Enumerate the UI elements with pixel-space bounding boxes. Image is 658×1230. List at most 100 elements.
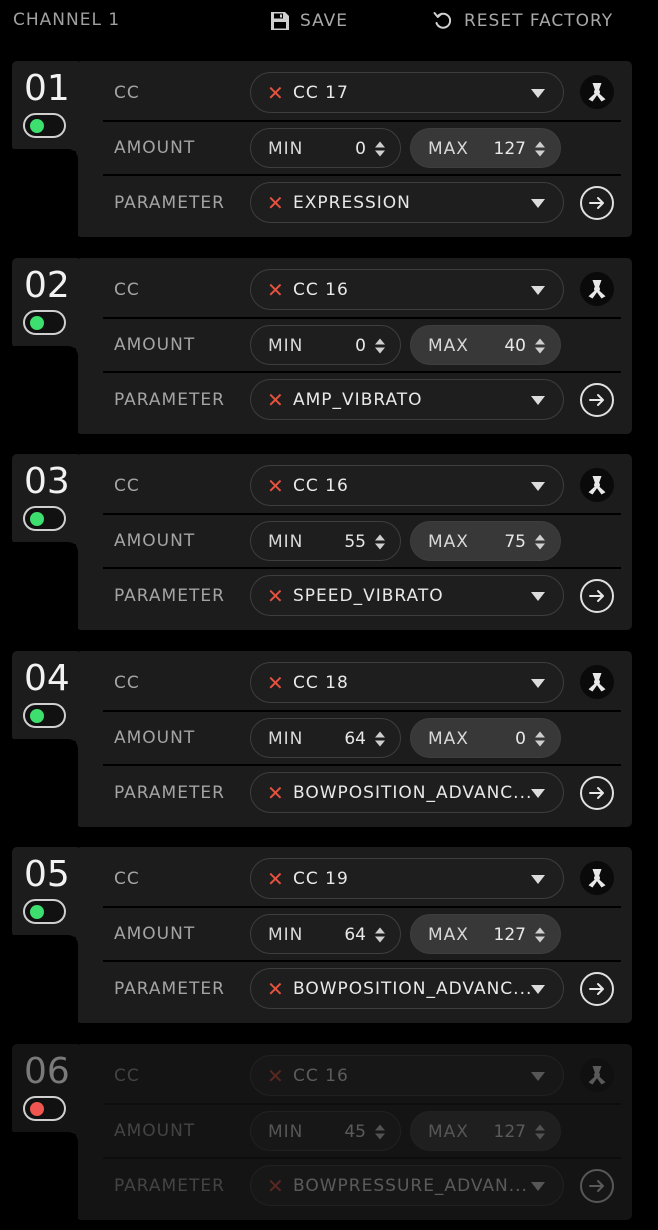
midi-learn-button[interactable] [580, 861, 614, 895]
amount-label: AMOUNT [114, 531, 196, 551]
stepper-arrows-icon[interactable] [534, 926, 546, 944]
midi-learn-button[interactable] [580, 468, 614, 502]
cc-select[interactable]: ✕ CC 18 [250, 662, 564, 703]
enable-toggle[interactable] [23, 506, 66, 531]
stepper-arrows-icon[interactable] [374, 140, 386, 158]
cc-select[interactable]: ✕ CC 19 [250, 858, 564, 899]
row-divider [103, 764, 621, 766]
row-divider [103, 371, 621, 373]
min-stepper[interactable]: MIN 55 [250, 521, 401, 561]
min-stepper[interactable]: MIN 0 [250, 325, 401, 365]
cc-select[interactable]: ✕ CC 16 [250, 269, 564, 310]
go-to-parameter-button[interactable] [580, 1169, 614, 1203]
remove-parameter-icon[interactable]: ✕ [267, 1175, 284, 1197]
parameter-select[interactable]: ✕ BOWPOSITION_ADVANC... [250, 772, 564, 813]
min-stepper[interactable]: MIN 64 [250, 718, 401, 758]
remove-parameter-icon[interactable]: ✕ [267, 192, 284, 214]
midi-learn-button[interactable] [580, 75, 614, 109]
cc-label: CC [114, 476, 140, 496]
cc-select[interactable]: ✕ CC 16 [250, 465, 564, 506]
parameter-value: BOWPRESSURE_ADVAN... [293, 1176, 528, 1196]
max-stepper[interactable]: MAX 127 [410, 128, 561, 168]
max-stepper[interactable]: MAX 127 [410, 1111, 561, 1151]
enable-toggle[interactable] [23, 310, 66, 335]
min-label: MIN [268, 1122, 304, 1142]
remove-parameter-icon[interactable]: ✕ [267, 389, 284, 411]
enable-toggle[interactable] [23, 703, 66, 728]
mapping-number: 03 [24, 461, 70, 502]
parameter-select[interactable]: ✕ BOWPRESSURE_ADVAN... [250, 1165, 564, 1206]
stepper-arrows-icon[interactable] [534, 337, 546, 355]
remove-parameter-icon[interactable]: ✕ [267, 978, 284, 1000]
enable-toggle[interactable] [23, 1096, 66, 1121]
go-to-parameter-button[interactable] [580, 186, 614, 220]
remove-cc-icon[interactable]: ✕ [267, 475, 284, 497]
max-stepper[interactable]: MAX 127 [410, 914, 561, 954]
min-stepper[interactable]: MIN 64 [250, 914, 401, 954]
remove-cc-icon[interactable]: ✕ [267, 279, 284, 301]
min-stepper[interactable]: MIN 0 [250, 128, 401, 168]
chevron-down-icon [531, 396, 545, 405]
cc-label: CC [114, 869, 140, 889]
max-label: MAX [428, 1122, 469, 1142]
stepper-arrows-icon[interactable] [374, 533, 386, 551]
parameter-select[interactable]: ✕ SPEED_VIBRATO [250, 575, 564, 616]
go-to-parameter-button[interactable] [580, 972, 614, 1006]
cc-value: CC 16 [293, 1066, 349, 1086]
cc-label: CC [114, 83, 140, 103]
stepper-arrows-icon[interactable] [374, 337, 386, 355]
stepper-arrows-icon[interactable] [534, 140, 546, 158]
remove-parameter-icon[interactable]: ✕ [267, 782, 284, 804]
parameter-select[interactable]: ✕ EXPRESSION [250, 182, 564, 223]
min-value: 45 [344, 1122, 366, 1142]
arrow-right-icon [589, 590, 604, 602]
midi-learn-button[interactable] [580, 272, 614, 306]
max-value: 127 [493, 139, 526, 159]
cc-label: CC [114, 673, 140, 693]
cc-select[interactable]: ✕ CC 16 [250, 1055, 564, 1096]
chevron-down-icon [531, 89, 545, 98]
card-tab-corner [78, 933, 90, 945]
cc-select[interactable]: ✕ CC 17 [250, 72, 564, 113]
parameter-select[interactable]: ✕ BOWPOSITION_ADVANC... [250, 968, 564, 1009]
chevron-down-icon [531, 789, 545, 798]
stepper-arrows-icon[interactable] [374, 926, 386, 944]
go-to-parameter-button[interactable] [580, 383, 614, 417]
midi-learn-button[interactable] [580, 665, 614, 699]
min-value: 0 [355, 139, 366, 159]
remove-cc-icon[interactable]: ✕ [267, 82, 284, 104]
max-stepper[interactable]: MAX 0 [410, 718, 561, 758]
min-stepper[interactable]: MIN 45 [250, 1111, 401, 1151]
remove-cc-icon[interactable]: ✕ [267, 1065, 284, 1087]
stepper-arrows-icon[interactable] [534, 533, 546, 551]
max-stepper[interactable]: MAX 40 [410, 325, 561, 365]
top-bar: CHANNEL 1 SAVE RESET FACTORY [0, 0, 658, 42]
max-value: 0 [515, 729, 526, 749]
amount-label: AMOUNT [114, 1121, 196, 1141]
stepper-arrows-icon[interactable] [534, 730, 546, 748]
max-label: MAX [428, 532, 469, 552]
stepper-arrows-icon[interactable] [374, 1123, 386, 1141]
toggle-knob [30, 709, 44, 723]
row-divider [103, 174, 621, 176]
stepper-arrows-icon[interactable] [374, 730, 386, 748]
midi-learn-button[interactable] [580, 1058, 614, 1092]
remove-parameter-icon[interactable]: ✕ [267, 585, 284, 607]
midi-learn-icon [588, 280, 606, 299]
stepper-arrows-icon[interactable] [534, 1123, 546, 1141]
chevron-down-icon [531, 679, 545, 688]
min-value: 64 [344, 925, 366, 945]
reset-factory-button[interactable]: RESET FACTORY [432, 9, 613, 33]
parameter-value: SPEED_VIBRATO [293, 586, 444, 606]
go-to-parameter-button[interactable] [580, 579, 614, 613]
parameter-label: PARAMETER [114, 390, 225, 410]
enable-toggle[interactable] [23, 113, 66, 138]
save-button[interactable]: SAVE [270, 9, 348, 33]
parameter-select[interactable]: ✕ AMP_VIBRATO [250, 379, 564, 420]
remove-cc-icon[interactable]: ✕ [267, 672, 284, 694]
max-stepper[interactable]: MAX 75 [410, 521, 561, 561]
go-to-parameter-button[interactable] [580, 776, 614, 810]
remove-cc-icon[interactable]: ✕ [267, 868, 284, 890]
enable-toggle[interactable] [23, 899, 66, 924]
chevron-down-icon [531, 875, 545, 884]
